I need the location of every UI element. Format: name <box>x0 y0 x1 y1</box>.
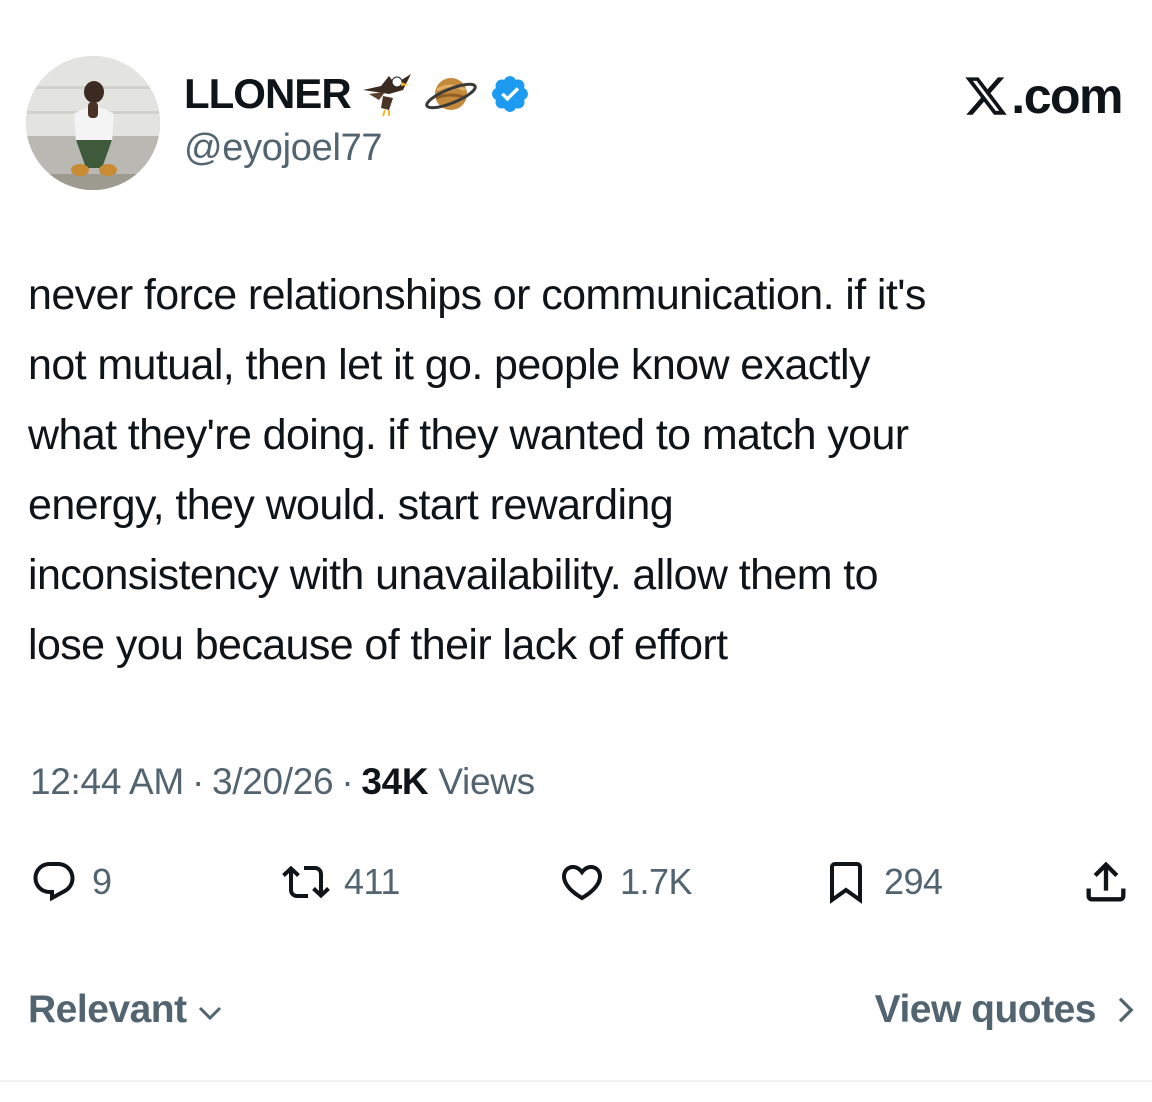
views-label: Views <box>438 761 535 802</box>
view-quotes-link[interactable]: View quotes <box>875 980 1140 1040</box>
chevron-right-icon <box>1118 997 1134 1023</box>
bookmark-icon <box>830 862 862 904</box>
verified-badge-icon[interactable] <box>489 73 531 115</box>
ringed-planet-icon <box>423 68 479 120</box>
author-display-name[interactable]: LLONER <box>184 68 352 120</box>
sort-label: Relevant <box>28 988 187 1031</box>
repost-button[interactable]: 411 <box>282 850 400 914</box>
reply-count: 9 <box>92 861 112 902</box>
brand-domain-text: .com <box>1011 68 1123 124</box>
x-com-brand: .com <box>963 66 1123 126</box>
like-count: 1.7K <box>620 861 693 902</box>
avatar[interactable] <box>26 56 160 190</box>
reply-icon <box>33 862 75 902</box>
heart-icon <box>561 865 603 901</box>
reply-footer: Relevant View quotes <box>0 980 1152 1040</box>
action-bar: 9 411 1.7K 294 <box>0 850 1152 914</box>
tweet-time[interactable]: 12:44 AM <box>30 761 184 802</box>
chevron-down-icon <box>198 1006 221 1021</box>
bookmark-button[interactable]: 294 <box>822 850 943 914</box>
eagle-icon <box>359 68 415 120</box>
author-handle[interactable]: @eyojoel77 <box>184 124 383 172</box>
meta-separator: · <box>341 761 354 802</box>
views-count: 34K <box>361 761 429 802</box>
like-button[interactable]: 1.7K <box>558 850 693 914</box>
repost-count: 411 <box>344 861 400 902</box>
avatar-photo <box>26 56 160 190</box>
tweet-meta: 12:44 AM · 3/20/26 · 34K Views <box>30 756 535 808</box>
share-button[interactable] <box>1080 850 1132 914</box>
reply-button[interactable]: 9 <box>30 850 112 914</box>
view-quotes-label: View quotes <box>874 988 1097 1031</box>
x-logo-icon <box>965 77 1008 115</box>
share-icon <box>1086 861 1126 902</box>
author-name-row[interactable]: LLONER <box>184 68 531 120</box>
divider <box>0 1080 1152 1082</box>
meta-separator: · <box>191 761 204 802</box>
sort-replies-dropdown[interactable]: Relevant <box>28 980 225 1040</box>
tweet-text: never force relationships or communicati… <box>28 271 926 669</box>
tweet-date[interactable]: 3/20/26 <box>212 761 334 802</box>
repost-icon <box>282 865 330 899</box>
bookmark-count: 294 <box>884 861 943 902</box>
